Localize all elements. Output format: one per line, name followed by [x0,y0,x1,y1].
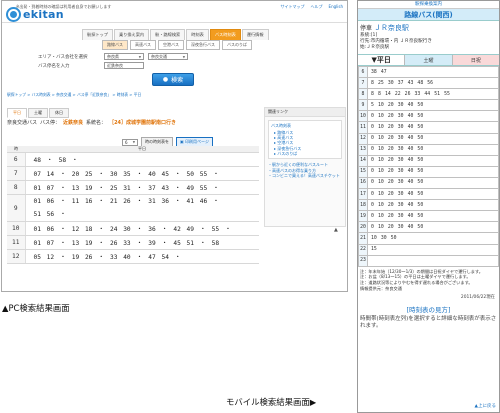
table-row[interactable]: 95 10 20 30 40 50 [358,99,499,112]
route-header: 奈良交通バス バス停： 近鉄奈良 系統名： ［24］成城学園前駅南口行き [7,120,177,126]
gnav-timetable[interactable]: 時刻表 [186,29,209,40]
extra-links: ・駅から近くの便利なバスルート ・高速バスのお得な乗り方 ・コンビニで買える！高… [268,162,342,179]
gnav-bus-timetable[interactable]: バス時刻表 [209,29,241,40]
table-row: 11 01 07 ・ 13 19 ・ 26 33 ・ 39 ・ 45 51 ・ 5… [7,235,259,250]
help-link[interactable]: ヘルプ [311,4,323,10]
mobile-help-text: 時間帯(時刻表左列)を選択すると詳細な時刻表が表示されます。 [360,315,497,329]
pc-caption: ▲PC検索結果画面 [2,303,70,313]
global-nav: 駅探トップ 乗り換え案内 駅・路線検索 時刻表 バス時刻表 運行情報 [82,29,269,40]
table-row[interactable]: 13 0 10 20 30 40 50 [358,143,499,156]
gnav-service-info[interactable]: 運行情報 [241,29,269,40]
mobile-timetable: 6 38 47 7 8 25 30 37 43 48 56 8 8 8 14 22 26 … [358,65,499,267]
table-row: 12 05 12 ・ 19 26 ・ 33 40 ・ 47 54 ・ [7,249,259,264]
bus-company: 奈良交通バス [7,120,38,126]
table-row[interactable]: 14 0 10 20 30 40 50 [358,154,499,167]
table-row[interactable]: 23 [358,254,499,267]
sitemap-link[interactable]: サイトマップ [281,4,305,10]
table-row[interactable]: 6 38 47 [358,65,499,79]
table-row[interactable]: 88 8 14 22 26 33 44 51 55 [358,88,499,101]
table-row: 8 01 07 ・ 13 19 ・ 25 31 ・ 37 43 ・ 49 55 ・ [7,180,259,195]
hour-select[interactable]: 6 [122,138,138,146]
pc-timetable: 時 平日 6 48 ・ 58 ・ 7 07 14 ・ 20 25 ・ 30 35 ・… [7,146,259,264]
table-row[interactable]: 17 0 10 20 30 40 50 [358,188,499,201]
search-icon: ● [162,76,169,83]
breadcrumb[interactable]: 駅探トップ > バス時刻表 > 奈良交通 > バス停「近鉄奈良」 > 時刻表 >… [7,92,141,98]
subnav-night-bus[interactable]: 深夜急行バス [186,40,220,50]
mobile-tab-weekday[interactable]: ▼平日 [358,55,406,65]
table-row: 9 01 06 ・ 11 16 ・ 21 26 ・ 31 36 ・ 41 46 ・… [7,194,259,222]
related-links-title: 関連リンク [265,108,345,117]
table-row[interactable]: 18 0 10 20 30 40 50 [358,199,499,212]
table-row: 7 07 14 ・ 20 25 ・ 30 35 ・ 40 45 ・ 50 55 ・ [7,166,259,181]
stop-name: 近鉄奈良 [63,120,84,126]
mobile-date: 2011/06/22現在 [460,294,495,300]
mobile-stop: 停車 ＪＲ奈良駅 [360,24,409,32]
table-row[interactable]: 12 0 10 20 30 40 50 [358,132,499,145]
subnav-bus-stop[interactable]: バスのりば [222,40,252,50]
search-button[interactable]: ● 検索 [152,73,194,86]
subnav-route-bus[interactable]: 路線バス [102,40,128,50]
sub-nav: 路線バス 高速バス 空港バス 深夜急行バス バスのりば [102,40,252,50]
gnav-station[interactable]: 駅・路線検索 [150,29,186,40]
mobile-notes: 注：年末年始（12/30〜1/3）の期間は日祝ダイヤで運行します。 注：お盆（8… [360,268,483,291]
bus-timetable-box: バス時刻表 ▸ 路線バス ▸ 高速バス ▸ 空港バス ▸ 深夜急行バス ▸ バス… [268,120,342,160]
stop-input[interactable]: 近鉄奈良 [104,62,144,69]
day-tabs: 平日 土曜 休日 [7,108,69,118]
area-label: エリア・バス会社を選択 [38,54,88,60]
scroll-up-icon[interactable]: ▲ [334,227,338,233]
route-name: ［24］成城学園前駅南口行き [109,120,177,126]
table-row[interactable]: 10 0 10 20 30 40 50 [358,110,499,123]
mobile-tab-holiday[interactable]: 日祝 [452,55,499,65]
table-row[interactable]: 16 0 10 20 30 40 50 [358,176,499,190]
mobile-day-tabs: ▼平日 土曜 日祝 [358,54,499,66]
company-select[interactable]: 奈良交通 [148,53,188,60]
table-row[interactable]: 11 0 10 20 30 40 50 [358,121,499,134]
table-row[interactable]: 19 0 10 20 30 40 50 [358,210,499,223]
timetable-help-link[interactable]: [時刻表の見方] [358,304,499,314]
pc-screenshot: ※出発・到着時刻の確認は利用者自身でお願いします サイトマップ ヘルプ Engl… [1,0,348,292]
related-links-panel: 関連リンク バス時刻表 ▸ 路線バス ▸ 高速バス ▸ 空港バス ▸ 深夜急行バ… [264,107,346,227]
table-row[interactable]: 22 15 [358,243,499,256]
tab-weekday[interactable]: 平日 [7,108,27,118]
tab-holiday[interactable]: 休日 [49,108,69,118]
top-links: サイトマップ ヘルプ English [281,4,343,10]
table-row[interactable]: 20 0 10 20 30 40 50 [358,221,499,234]
area-select[interactable]: 奈良県 [104,53,144,60]
table-row: 10 01 06 ・ 12 18 ・ 24 30 ・ 36 ・ 42 49 ・ 5… [7,221,259,236]
subnav-airport-bus[interactable]: 空港バス [158,40,184,50]
mobile-route-info: 系統:[1] 行先:市内循環・内 ＪＲ奈良駅行き 始:ＪＲ奈良駅 [360,33,432,50]
mobile-site-title[interactable]: 駅探乗換案内 [358,1,499,9]
search-form: エリア・バス会社を選択 奈良県 奈良交通 バス停名を入力 近鉄奈良 [38,52,188,70]
mobile-tab-saturday[interactable]: 土曜 [405,55,453,65]
mobile-screenshot: 駅探乗換案内 路線バス(関西) 停車 ＪＲ奈良駅 系統:[1] 行先:市内循環・… [357,0,500,413]
table-row[interactable]: 78 25 30 37 43 48 56 [358,77,499,90]
gnav-top[interactable]: 駅探トップ [82,29,113,40]
table-row[interactable]: 15 0 10 20 30 40 50 [358,165,499,178]
tab-saturday[interactable]: 土曜 [28,108,48,118]
mobile-stop-name: ＪＲ奈良駅 [373,24,409,32]
table-row[interactable]: 21 10 30 50 [358,232,499,245]
side-link[interactable]: ▸ バスのりば [271,151,339,156]
gnav-transit[interactable]: 乗り換え案内 [113,29,150,40]
subnav-highway-bus[interactable]: 高速バス [130,40,156,50]
english-link[interactable]: English [329,4,343,10]
table-row: 6 48 ・ 58 ・ [7,152,259,167]
mobile-banner: 路線バス(関西) [358,9,499,21]
back-to-top-link[interactable]: ▲上に戻る [475,403,496,409]
stop-label: バス停名を入力 [38,63,70,69]
printer-icon: ▣ [180,139,184,144]
top-note: ※出発・到着時刻の確認は利用者自身でお願いします [16,4,112,9]
side-link[interactable]: ・コンビニで買える！高速バスチケット [268,173,342,179]
mobile-caption: モバイル検索結果画面▶ [226,397,317,407]
